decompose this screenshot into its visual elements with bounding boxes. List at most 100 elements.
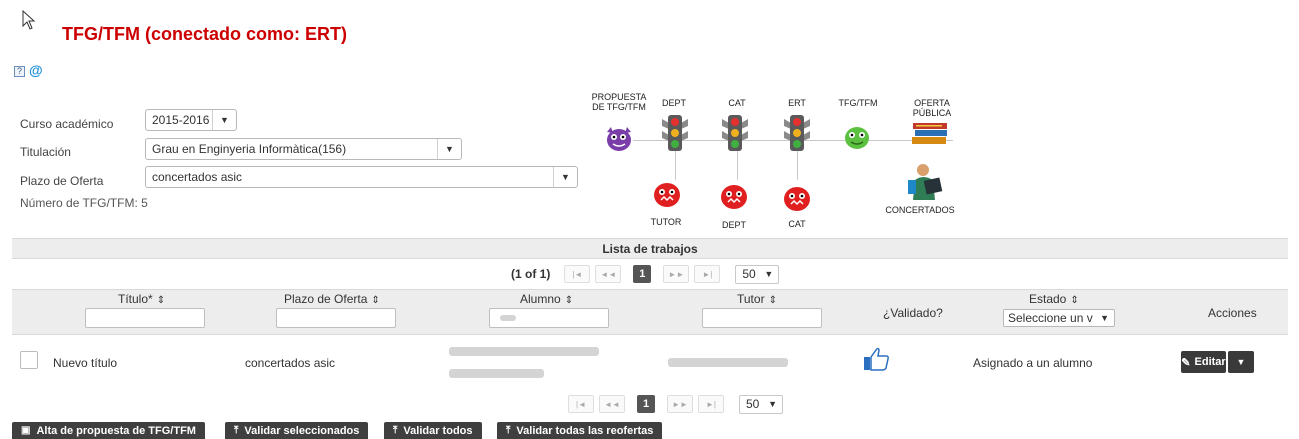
estado-filter-value: Seleccione un v xyxy=(1008,311,1093,325)
wf-concertados-label: CONCERTADOS xyxy=(885,205,955,215)
monster-green-icon xyxy=(845,127,869,149)
monster-red-cat-icon xyxy=(784,187,810,211)
alta-propuesta-button[interactable]: ▣ Alta de propuesta de TFG/TFM xyxy=(12,422,205,439)
alumno-filter-input[interactable] xyxy=(489,308,609,328)
alta-propuesta-label: Alta de propuesta de TFG/TFM xyxy=(36,424,196,437)
tfg-count: Número de TFG/TFM: 5 xyxy=(20,196,148,210)
col-validado-header: ¿Validado? xyxy=(883,306,943,320)
validar-todos-button[interactable]: ⤒ Validar todos xyxy=(384,422,482,439)
first-page-button[interactable]: |◄ xyxy=(564,265,591,283)
traffic-light-cat-icon xyxy=(722,115,748,151)
validar-seleccionados-label: Validar seleccionados xyxy=(244,424,360,437)
row-plazo: concertados asic xyxy=(245,356,336,370)
validar-seleccionados-button[interactable]: ⤒ Validar seleccionados xyxy=(225,422,369,439)
prev-page-button[interactable]: ◄◄ xyxy=(595,265,622,283)
row-alumno-blurred xyxy=(449,347,599,378)
monster-red-tutor-icon xyxy=(654,183,680,207)
validar-reofertas-button[interactable]: ⤒ Validar todas las reofertas xyxy=(497,422,663,439)
sort-icon: ⇕ xyxy=(156,295,166,306)
last-page-button[interactable]: ►| xyxy=(694,265,721,283)
rows-per-page-select[interactable]: 50 ▼ xyxy=(735,264,780,284)
col-acciones-header: Acciones xyxy=(1208,306,1257,320)
monster-red-dept-icon xyxy=(721,185,747,209)
rows-per-page-value: 50 xyxy=(746,397,760,411)
email-icon[interactable]: @ xyxy=(29,63,43,77)
edit-button-label: Editar xyxy=(1194,356,1226,368)
curso-select[interactable]: 2015-2016 ▼ xyxy=(145,109,237,131)
prev-page-button[interactable]: ◄◄ xyxy=(599,395,625,413)
chevron-down-icon: ▼ xyxy=(768,399,777,409)
page-title: TFG/TFM (conectado como: ERT) xyxy=(62,24,347,44)
pencil-icon: ✎ xyxy=(1181,356,1191,369)
next-page-button[interactable]: ►► xyxy=(663,265,690,283)
wf-oferta-label: OFERTA PÚBLICA xyxy=(912,98,952,118)
traffic-light-ert-icon xyxy=(784,115,810,151)
person-reading-icon xyxy=(908,164,943,200)
chevron-down-icon: ▼ xyxy=(212,110,236,130)
sort-icon: ⇕ xyxy=(768,295,777,306)
plazo-value: concertados asic xyxy=(152,170,243,184)
books-icon xyxy=(912,123,947,144)
titulacion-select[interactable]: Grau en Enginyeria Informàtica(156) ▼ xyxy=(145,138,462,160)
paginator-bottom: |◄ ◄◄ 1 ►► ►| 50 ▼ xyxy=(568,394,783,414)
rows-per-page-select[interactable]: 50 ▼ xyxy=(739,394,783,414)
wf-tutor-label: TUTOR xyxy=(650,217,682,227)
validar-reofertas-label: Validar todas las reofertas xyxy=(516,424,654,437)
edit-menu-toggle[interactable]: ▼ xyxy=(1228,351,1254,373)
last-page-button[interactable]: ►| xyxy=(698,395,724,413)
current-page-button[interactable]: 1 xyxy=(633,265,652,283)
chevron-down-icon: ▼ xyxy=(1236,357,1246,367)
row-titulo[interactable]: Nuevo título xyxy=(53,356,117,370)
wf-dept-label: DEPT xyxy=(661,98,686,108)
upload-icon: ⤒ xyxy=(393,425,398,436)
chevron-down-icon: ▼ xyxy=(764,269,774,279)
chevron-down-icon: ▼ xyxy=(1100,313,1109,323)
col-estado-label: Estado xyxy=(1029,292,1067,306)
thumbs-up-icon xyxy=(864,347,889,371)
wf-tfgtfm-label: TFG/TFM xyxy=(838,98,878,108)
titulacion-label: Titulación xyxy=(20,145,71,159)
titulo-filter-input[interactable] xyxy=(85,308,205,328)
wf-propuesta-label: PROPUESTA DE TFG/TFM xyxy=(591,92,647,112)
upload-icon: ⤒ xyxy=(234,425,239,436)
next-page-button[interactable]: ►► xyxy=(667,395,693,413)
row-estado: Asignado a un alumno xyxy=(973,356,1093,370)
tutor-filter-input[interactable] xyxy=(702,308,822,328)
row-checkbox[interactable] xyxy=(20,351,38,369)
col-plazo-label: Plazo de Oferta xyxy=(284,292,368,306)
col-tutor-header[interactable]: Tutor ⇕ xyxy=(737,292,777,306)
mouse-cursor-icon xyxy=(22,10,36,30)
monster-purple-icon xyxy=(607,127,631,151)
upload-icon: ⤒ xyxy=(506,425,511,436)
rows-per-page-value: 50 xyxy=(742,267,756,281)
plazo-select[interactable]: concertados asic ▼ xyxy=(145,166,578,188)
help-icon[interactable]: ? xyxy=(14,66,25,77)
titulacion-value: Grau en Enginyeria Informàtica(156) xyxy=(152,142,347,156)
estado-filter-select[interactable]: Seleccione un v ▼ xyxy=(1003,309,1115,327)
paginator-top: (1 of 1) |◄ ◄◄ 1 ►► ►| 50 ▼ xyxy=(511,264,780,284)
save-icon: ▣ xyxy=(21,425,31,436)
traffic-light-dept-icon xyxy=(662,115,688,151)
current-page-button[interactable]: 1 xyxy=(637,395,655,413)
chevron-down-icon: ▼ xyxy=(437,139,461,159)
validar-todos-label: Validar todos xyxy=(403,424,473,437)
curso-value: 2015-2016 xyxy=(152,113,210,127)
col-alumno-label: Alumno xyxy=(520,292,561,306)
curso-label: Curso académico xyxy=(20,117,114,131)
plazo-label: Plazo de Oferta xyxy=(20,174,104,188)
wf-dept2-label: DEPT xyxy=(721,220,746,230)
first-page-button[interactable]: |◄ xyxy=(568,395,594,413)
col-plazo-header[interactable]: Plazo de Oferta ⇕ xyxy=(284,292,380,306)
edit-button[interactable]: ✎ Editar xyxy=(1181,351,1226,373)
col-estado-header[interactable]: Estado ⇕ xyxy=(1029,292,1079,306)
row-tutor-blurred xyxy=(668,358,788,367)
sort-icon: ⇕ xyxy=(564,295,574,306)
col-tutor-label: Tutor xyxy=(737,292,765,306)
sort-icon: ⇕ xyxy=(371,295,380,306)
page-info: (1 of 1) xyxy=(511,267,551,281)
col-alumno-header[interactable]: Alumno ⇕ xyxy=(520,292,573,306)
plazo-filter-input[interactable] xyxy=(276,308,396,328)
sort-icon: ⇕ xyxy=(1070,295,1079,306)
col-titulo-label: Título* xyxy=(118,292,153,306)
col-titulo-header[interactable]: Título* ⇕ xyxy=(118,292,165,306)
